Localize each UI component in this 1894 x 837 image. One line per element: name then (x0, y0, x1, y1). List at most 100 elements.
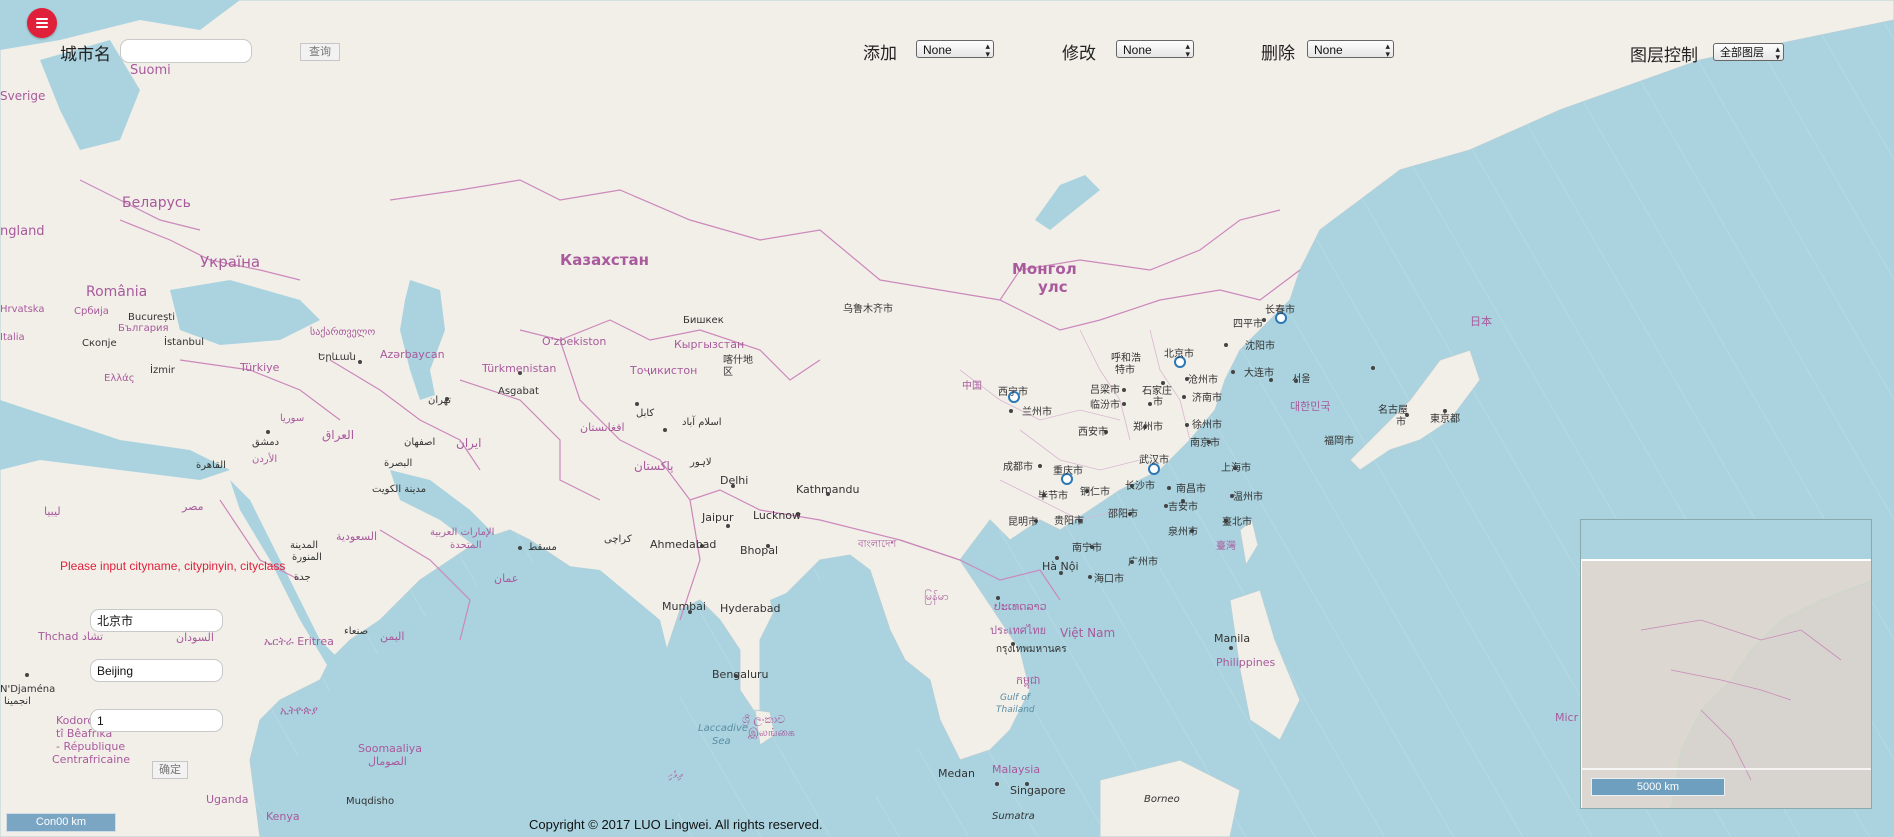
map-label: Centrafricaine (52, 753, 130, 766)
select-arrows-icon: ▴ ▾ (1775, 44, 1780, 62)
map-label: Hyderabad (720, 602, 781, 615)
map-label: Italia (0, 332, 25, 343)
map-label: Thchad تشاد (37, 630, 103, 643)
form-error-message: Please input cityname, citypinyin, cityc… (60, 559, 286, 573)
map-label: မြန်မာ (924, 589, 949, 605)
map-label: 长春市 (1265, 303, 1295, 316)
cityname-input[interactable]: 北京市 (90, 609, 223, 632)
overview-map[interactable]: 5000 km (1580, 519, 1872, 809)
layer-select[interactable]: 全部图层 ▴ ▾ (1713, 43, 1784, 62)
layer-select-value: 全部图层 (1720, 47, 1764, 59)
map-label: Скопје (82, 337, 117, 349)
map-label: 서울 (1292, 373, 1310, 385)
map-label: پاکستان (634, 459, 674, 473)
select-arrows-icon: ▴ ▾ (985, 41, 990, 59)
delete-label: 删除 (1261, 44, 1295, 64)
map-label: Sverige (0, 89, 45, 103)
map-label: 北京市 (1164, 347, 1194, 360)
edit-select-value: None (1123, 43, 1152, 57)
map-label: 成都市 (1003, 460, 1033, 473)
map-label: 臺北市 (1222, 515, 1252, 528)
map-label: Laccadive (698, 723, 748, 734)
map-label: العراق (322, 428, 354, 443)
map-label: 温州市 (1233, 490, 1263, 503)
map-label: عمان (494, 572, 518, 585)
map-label: 区 (723, 366, 733, 378)
map-label: 上海市 (1221, 461, 1251, 474)
map-label: Тоҷикистон (629, 364, 697, 377)
citypinyin-input[interactable]: Beijing (90, 659, 223, 682)
map-label: Asgabat (498, 386, 539, 397)
add-select-value: None (923, 43, 952, 57)
map-label: صنعاء (344, 626, 368, 637)
map-label: اصفهان (404, 437, 435, 448)
map-label: Mumbai (662, 600, 706, 613)
map-label: اسلام آباد (682, 415, 722, 428)
edit-select[interactable]: None ▴ ▾ (1116, 40, 1194, 59)
delete-select[interactable]: None ▴ ▾ (1307, 40, 1394, 59)
map-label: Micr (1555, 711, 1579, 724)
map-label: 대한민국 (1290, 400, 1330, 413)
map-label: Manila (1214, 632, 1250, 645)
map-label: İstanbul (164, 335, 204, 348)
map-label: Кыргызстан (674, 338, 744, 351)
map-label: Philippines (1216, 656, 1276, 669)
map-label: România (86, 284, 147, 300)
map-label: বাংলাদেশ (857, 539, 897, 550)
map-label: Azərbaycan (380, 348, 445, 361)
map-label: O'zbekiston (542, 335, 606, 348)
map-label: تهران (428, 395, 451, 406)
city-name-input[interactable] (120, 39, 252, 63)
overview-map-canvas (1581, 520, 1871, 808)
menu-button[interactable] (27, 8, 57, 38)
map-label: ایران (456, 436, 481, 451)
map-label: Jaipur (701, 511, 734, 524)
map-label: 大连市 (1244, 366, 1274, 379)
map-label: Muqdisho (346, 796, 394, 807)
map-label: Soomaaliya (358, 742, 422, 755)
map-label: افغانستان (580, 421, 625, 434)
select-arrows-icon: ▴ ▾ (1385, 41, 1390, 59)
map-label: 武汉市 (1139, 453, 1169, 466)
map-label: 呼和浩 (1111, 352, 1141, 364)
search-button[interactable]: 查询 (300, 43, 340, 61)
map-label: 吉安市 (1168, 500, 1198, 513)
map-label: ශ්‍රී ලංකාව (742, 713, 785, 727)
map-label: ދިވެހި (668, 770, 683, 781)
map-label: 中国 (962, 379, 982, 392)
map-label: Thailand (996, 705, 1035, 715)
map-label: انجمينا (4, 696, 31, 707)
map-label: Türkiye (239, 361, 280, 374)
map-label: Sea (712, 736, 731, 747)
map-label: لاہور (689, 457, 712, 468)
map-label: القاهرة (196, 460, 226, 471)
map-label: 广州市 (1128, 555, 1158, 568)
map-label: 市 (1396, 415, 1406, 428)
map-label: 海口市 (1094, 572, 1124, 585)
scale-bar: Con00 km (6, 813, 116, 832)
map-label: البصرة (384, 458, 412, 469)
map-label: Bhopal (740, 544, 778, 557)
map-label: - République (56, 740, 125, 753)
map-label: كراچی (604, 534, 632, 545)
cityclass-input[interactable]: 1 (90, 709, 223, 732)
map-label: 郑州市 (1133, 420, 1163, 433)
menu-icon (36, 22, 48, 24)
map-label: 日本 (1470, 314, 1492, 328)
map-label: 西安市 (1078, 425, 1108, 438)
map-label: กรุงเทพมหานคร (996, 644, 1067, 655)
map-label: 毕节市 (1038, 489, 1068, 502)
menu-icon (36, 18, 48, 20)
map-label: 济南市 (1192, 391, 1222, 404)
add-select[interactable]: None ▴ ▾ (916, 40, 994, 59)
map-label: الأردن (252, 452, 277, 465)
confirm-button[interactable]: 确定 (152, 761, 188, 779)
map-label: 喀什地 (723, 353, 753, 366)
map-label: الصومال (368, 755, 407, 768)
delete-select-value: None (1314, 43, 1343, 57)
map-label: 贵阳市 (1054, 514, 1084, 527)
map-label: Bengaluru (712, 668, 769, 681)
map-label: مدينة الكويت (372, 484, 426, 495)
map-label: Kodoro (56, 714, 94, 727)
map-label: 邵阳市 (1108, 507, 1138, 520)
